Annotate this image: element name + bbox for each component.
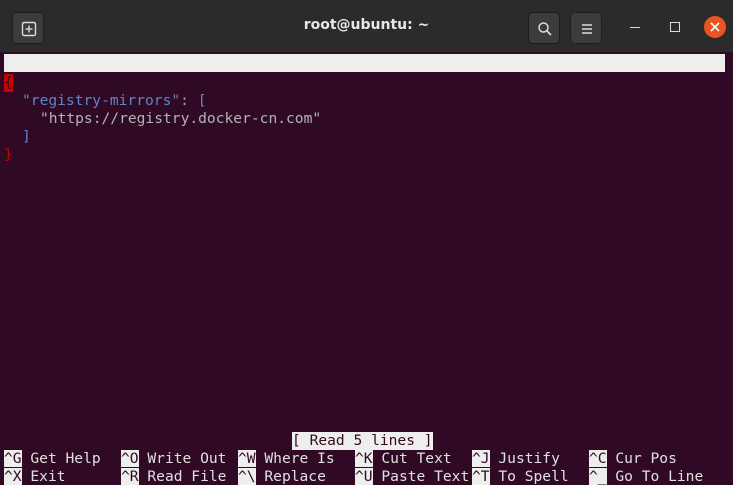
- close-icon: [710, 22, 720, 32]
- shortcut-read-file[interactable]: ^R Read File: [121, 468, 226, 485]
- shortcut-replace[interactable]: ^\ Replace: [238, 468, 326, 485]
- shortcut-justify[interactable]: ^J Justify: [472, 450, 560, 468]
- close-button[interactable]: [704, 16, 726, 38]
- maximize-button[interactable]: [664, 16, 686, 38]
- shortcut-get-help[interactable]: ^G Get Help: [4, 450, 101, 468]
- status-message: [ Read 5 lines ]: [292, 432, 433, 450]
- editor-line-3[interactable]: "https://registry.docker-cn.com": [40, 110, 321, 128]
- nano-version: GNU nano 4.8: [23, 72, 129, 89]
- editor-line-4[interactable]: ]: [22, 128, 31, 146]
- title-bar[interactable]: root@ubuntu: ~: [0, 0, 733, 52]
- terminal-window: root@ubuntu: ~ GNU nano 4.8 /etc/docker/…: [0, 0, 733, 485]
- menu-button[interactable]: [570, 12, 602, 44]
- shortcut-go-to-line[interactable]: ^_ Go To Line: [589, 468, 703, 485]
- shortcut-where-is[interactable]: ^W Where Is: [238, 450, 335, 468]
- search-button[interactable]: [528, 12, 560, 44]
- shortcut-paste-text[interactable]: ^U Paste Text: [355, 468, 469, 485]
- hamburger-menu-icon: [582, 24, 592, 34]
- editor-line-5[interactable]: }: [4, 146, 13, 164]
- shortcut-write-out[interactable]: ^O Write Out: [121, 450, 226, 468]
- editor-line-2[interactable]: "registry-mirrors": [: [22, 92, 207, 110]
- shortcut-cut-text[interactable]: ^K Cut Text: [355, 450, 452, 468]
- shortcut-to-spell[interactable]: ^T To Spell: [472, 468, 569, 485]
- terminal-area[interactable]: GNU nano 4.8 /etc/docker/daemon.json { "…: [4, 52, 726, 485]
- shortcut-cur-pos[interactable]: ^C Cur Pos: [589, 450, 677, 468]
- editor-line-1[interactable]: {: [4, 74, 13, 92]
- shortcut-exit[interactable]: ^X Exit: [4, 468, 66, 485]
- minimize-button[interactable]: [624, 16, 646, 38]
- nano-header-bar: GNU nano 4.8 /etc/docker/daemon.json: [4, 54, 725, 107]
- search-icon: [538, 22, 552, 36]
- file-path: /etc/docker/daemon.json: [276, 90, 479, 107]
